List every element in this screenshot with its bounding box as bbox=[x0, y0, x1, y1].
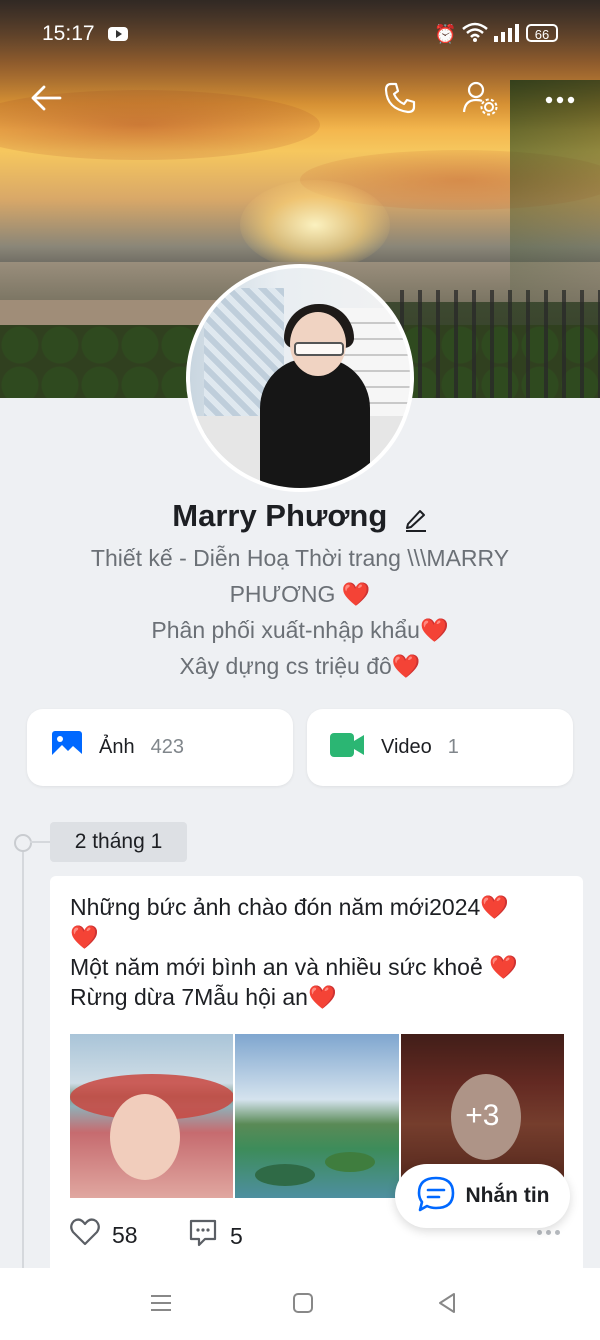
home-button[interactable] bbox=[288, 1290, 318, 1320]
status-bar: 15:17 ⏰ 66 bbox=[0, 0, 600, 70]
recent-apps-button[interactable] bbox=[146, 1290, 176, 1320]
avatar-person-body bbox=[260, 358, 370, 488]
system-navigation-bar bbox=[0, 1268, 600, 1340]
videos-count: 1 bbox=[447, 736, 459, 758]
photos-count: 423 bbox=[150, 736, 184, 758]
user-settings-icon bbox=[462, 80, 498, 121]
status-time: 15:17 bbox=[42, 22, 95, 45]
post-more-button[interactable] bbox=[537, 1230, 560, 1235]
timeline-line bbox=[22, 850, 24, 1270]
profile-name-row: Marry Phương bbox=[0, 498, 600, 537]
bio-line: Thiết kế - Diễn Hoạ Thời trang \\\MARRY bbox=[90, 545, 510, 571]
more-options-button[interactable] bbox=[538, 78, 582, 122]
timeline-connector bbox=[30, 841, 52, 843]
bio-line: Xây dựng cs triệu đô❤️ bbox=[179, 653, 421, 679]
bio-line: PHƯƠNG ❤️ bbox=[229, 581, 371, 607]
video-camera-icon bbox=[329, 732, 365, 763]
comment-count: 5 bbox=[230, 1222, 243, 1249]
bio-line: Phân phối xuất-nhập khẩu❤️ bbox=[151, 617, 449, 643]
photo-basket-boat bbox=[255, 1164, 316, 1186]
menu-icon bbox=[149, 1293, 173, 1318]
like-button[interactable]: 58 bbox=[70, 1218, 138, 1252]
back-arrow-icon bbox=[30, 84, 62, 117]
wifi-icon bbox=[462, 22, 488, 47]
photo-face bbox=[110, 1094, 180, 1180]
send-message-label: Nhắn tin bbox=[465, 1184, 550, 1207]
chat-bubble-icon bbox=[416, 1175, 456, 1218]
home-square-icon bbox=[292, 1292, 314, 1319]
call-button[interactable] bbox=[378, 78, 422, 122]
videos-label: Video bbox=[381, 736, 432, 758]
battery-indicator: 66 bbox=[526, 24, 558, 42]
edit-name-button[interactable] bbox=[404, 506, 428, 537]
profile-name: Marry Phương bbox=[172, 498, 388, 533]
profile-bio: Thiết kế - Diễn Hoạ Thời trang \\\MARRY … bbox=[40, 540, 560, 684]
post-text-line: Một năm mới bình an và nhiều sức khoẻ ❤️ bbox=[70, 954, 518, 980]
post-text: Những bức ảnh chào đón năm mới2024❤️ ❤️ … bbox=[70, 892, 570, 1012]
youtube-notification-icon bbox=[108, 27, 128, 41]
timeline-dot bbox=[14, 834, 32, 852]
avatar[interactable] bbox=[186, 264, 414, 492]
back-triangle-icon bbox=[436, 1292, 458, 1319]
edit-pencil-icon bbox=[404, 510, 428, 536]
photo-basket-boat bbox=[325, 1152, 376, 1172]
image-icon bbox=[51, 730, 83, 765]
back-button[interactable] bbox=[24, 78, 68, 122]
alarm-icon: ⏰ bbox=[434, 24, 457, 44]
post-text-line: Rừng dừa 7Mẫu hội an❤️ bbox=[70, 984, 337, 1010]
photos-card[interactable]: Ảnh 423 bbox=[27, 709, 293, 786]
system-back-button[interactable] bbox=[432, 1290, 462, 1320]
videos-card[interactable]: Video 1 bbox=[307, 709, 573, 786]
timeline-date-chip: 2 tháng 1 bbox=[50, 822, 187, 862]
post-text-line: Những bức ảnh chào đón năm mới2024❤️ bbox=[70, 894, 509, 920]
send-message-button[interactable]: Nhắn tin bbox=[395, 1164, 570, 1228]
post-photo[interactable] bbox=[70, 1034, 234, 1198]
signal-icon bbox=[494, 24, 519, 42]
like-count: 58 bbox=[112, 1221, 138, 1248]
heart-icon bbox=[70, 1218, 100, 1252]
phone-icon bbox=[383, 81, 417, 120]
cover-sun bbox=[240, 180, 390, 270]
post-photo[interactable] bbox=[235, 1034, 399, 1198]
photos-label: Ảnh bbox=[99, 736, 135, 758]
avatar-person-glasses bbox=[294, 342, 344, 356]
post-text-line: ❤️ bbox=[70, 924, 99, 950]
more-icon bbox=[545, 91, 575, 109]
comment-button[interactable]: 5 bbox=[188, 1218, 243, 1254]
comment-icon bbox=[188, 1218, 218, 1254]
profile-settings-button[interactable] bbox=[458, 78, 502, 122]
